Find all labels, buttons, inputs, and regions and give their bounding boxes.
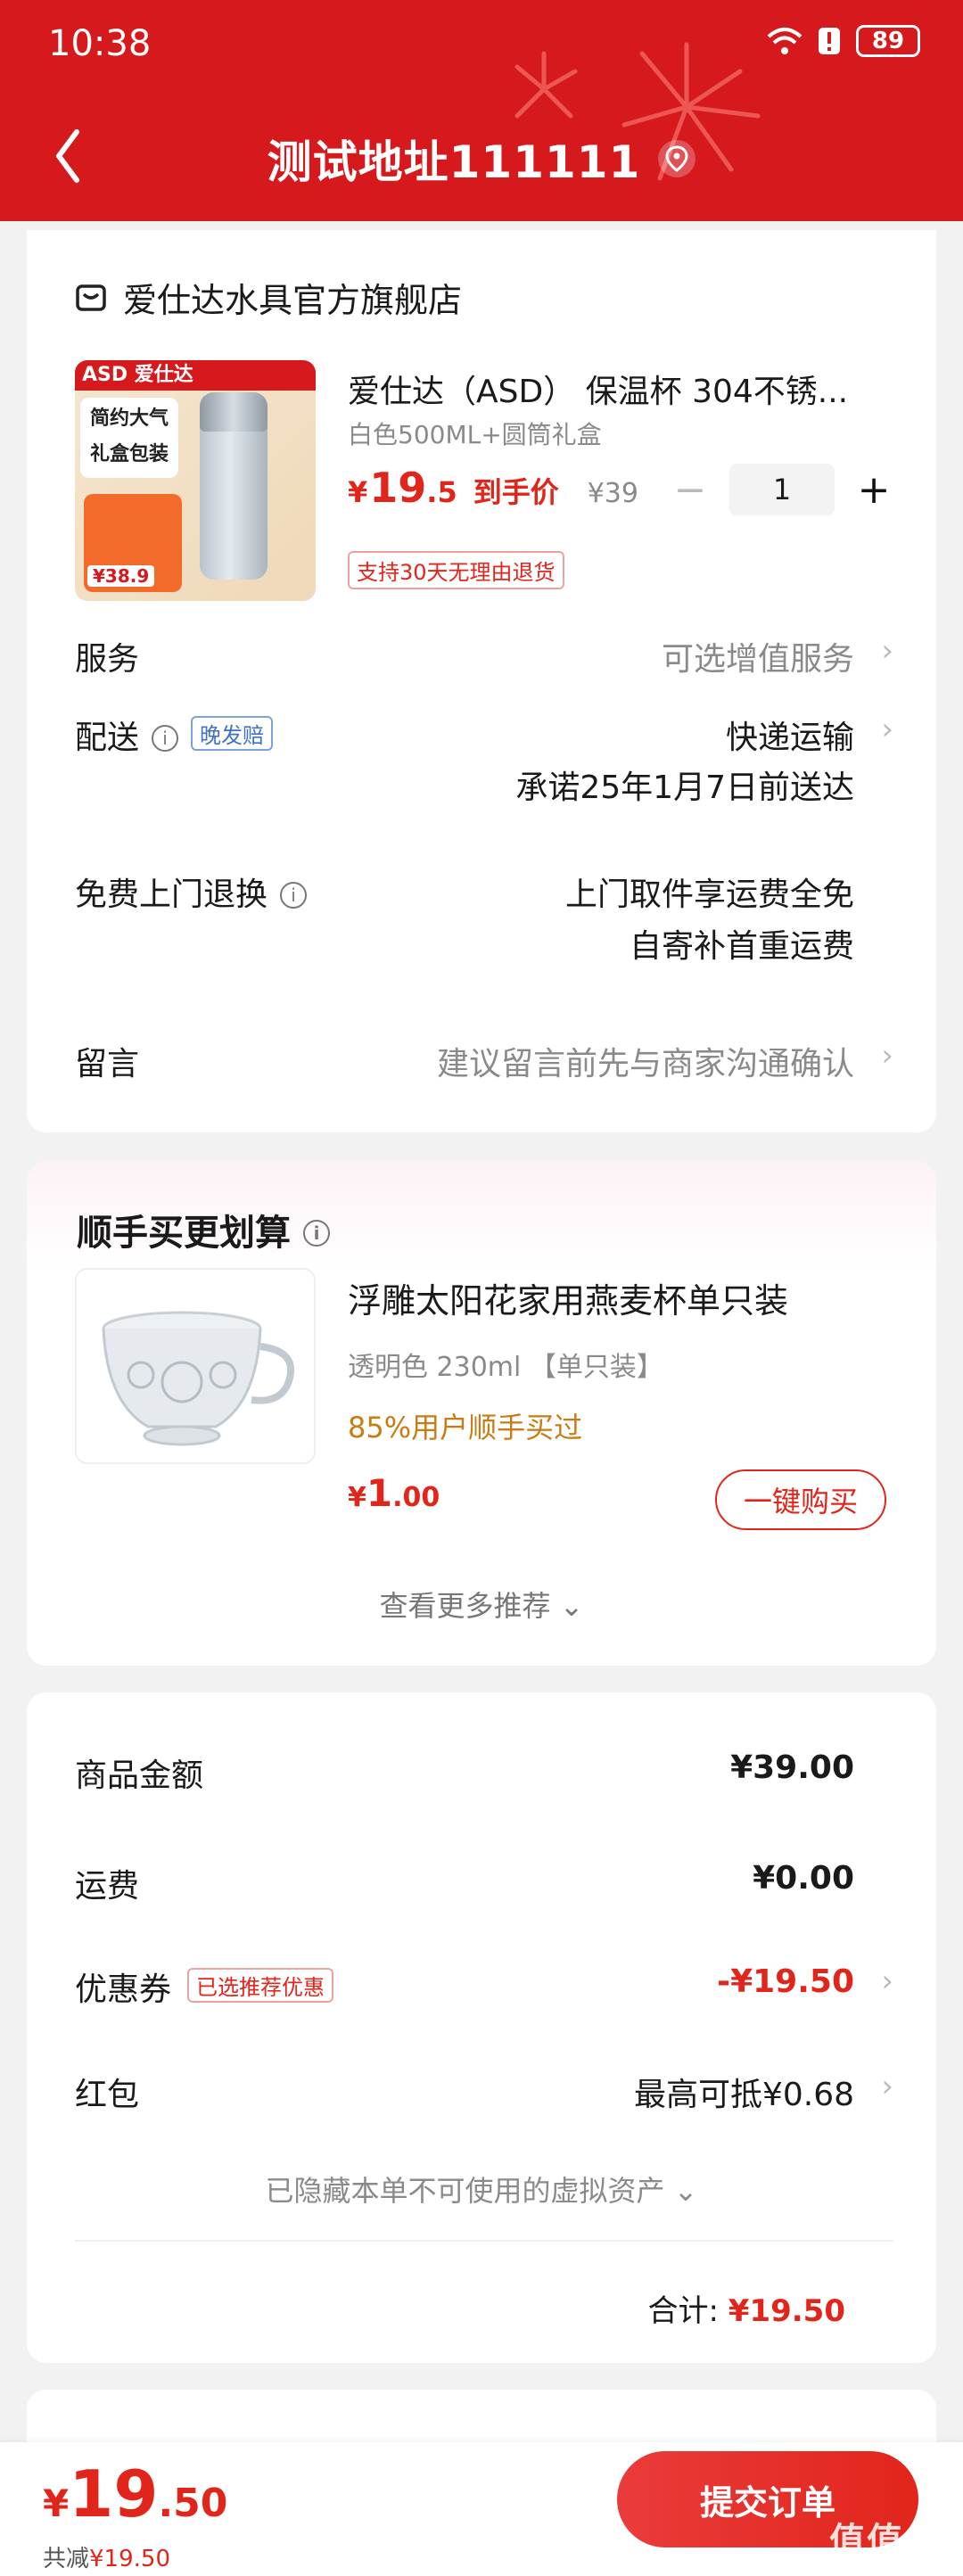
red-packet-value: 最高可抵¥0.68 [633, 2077, 854, 2113]
recommend-price-currency: ¥ [348, 1482, 366, 1513]
divider [75, 2240, 893, 2242]
recommend-price-dec: .00 [392, 1482, 440, 1513]
watermark-logo: 值值值 [829, 2521, 942, 2562]
chevron-right-icon: › [881, 1038, 893, 1074]
delivery-label-wrap: 配送 i 晚发赔 [75, 712, 274, 758]
service-label: 服务 [75, 641, 140, 678]
shipping-value: ¥0.00 [753, 1860, 854, 1897]
total-value: ¥19.50 [728, 2293, 845, 2329]
free-return-line1: 上门取件享运费全免 [564, 876, 854, 913]
wifi-icon [767, 28, 802, 54]
header-bar: 10:38 89 测试地址111111 [0, 0, 963, 221]
order-total: 合计: ¥19.50 [648, 2286, 845, 2330]
product-price-row: ¥ 19 .5 到手价 ¥39 [348, 464, 638, 512]
free-return-label-wrap: 免费上门退换 i [75, 868, 308, 915]
page-title: 测试地址111111 [267, 136, 641, 188]
shipping-label: 运费 [75, 1868, 140, 1905]
chevron-right-icon: › [881, 712, 893, 747]
price-summary-card: 商品金额 ¥39.00 运费 ¥0.00 优惠券 已选推荐优惠 -¥19.50 ›… [27, 1692, 936, 2363]
order-item-card: 爱仕达水具官方旗舰店 ASD 爱仕达 简约大气 礼盒包装 ¥38.9 爱仕达（A… [27, 230, 936, 1132]
shop-header[interactable]: 爱仕达水具官方旗舰店 [75, 273, 462, 322]
note-label: 留言 [75, 1046, 140, 1082]
recommend-title-wrap: 顺手买更划算 i [77, 1204, 330, 1255]
glass-cup-image [102, 1311, 295, 1446]
info-icon[interactable]: i [280, 882, 308, 909]
price-currency: ¥ [348, 475, 368, 509]
service-value: 可选增值服务 [661, 641, 854, 678]
checkout-price-int: 19 [69, 2457, 159, 2531]
recommend-product-thumbnail[interactable] [75, 1268, 316, 1464]
recommend-product-name[interactable]: 浮雕太阳花家用燕麦杯单只装 [348, 1273, 788, 1322]
product-name[interactable]: 爱仕达（ASD） 保温杯 304不锈... [348, 366, 883, 412]
coupon-label-wrap: 优惠券 已选推荐优惠 [75, 1963, 334, 2010]
red-packet-label: 红包 [75, 2077, 140, 2113]
quantity-value[interactable]: 1 [729, 464, 835, 515]
price-integer: 19 [369, 464, 427, 512]
alert-icon [819, 28, 840, 54]
checkout-currency: ¥ [43, 2481, 70, 2525]
checkout-bar: ¥19.50 共减¥19.50 提交订单 值值值 [0, 2442, 963, 2576]
checkout-price-dec: .50 [158, 2481, 228, 2526]
goods-amount-value: ¥39.00 [730, 1749, 854, 1786]
product-thumbnail[interactable]: ASD 爱仕达 简约大气 礼盒包装 ¥38.9 [75, 360, 316, 601]
discount-value: ¥19.50 [89, 2546, 170, 2572]
free-return-line2: 自寄补首重运费 [629, 928, 854, 965]
location-pin-icon [658, 140, 696, 177]
recommend-product-spec: 透明色 230ml 【单只装】 [348, 1352, 663, 1383]
coupon-label: 优惠券 [75, 1971, 172, 2008]
status-bar: 10:38 89 [0, 0, 963, 89]
recommend-price: ¥1.00 [348, 1471, 440, 1515]
free-return-label: 免费上门退换 [75, 876, 268, 913]
thumb-gift-label: 简约大气 礼盒包装 [80, 398, 178, 478]
chevron-right-icon: › [881, 2069, 893, 2104]
more-recommendations-link[interactable]: 查看更多推荐 ⌄ [27, 1584, 936, 1625]
delivery-label: 配送 [75, 720, 140, 756]
info-icon[interactable]: i [303, 1220, 330, 1247]
hidden-assets-toggle[interactable]: 已隐藏本单不可使用的虚拟资产 ⌄ [27, 2169, 936, 2210]
recommend-card: 顺手买更划算 i 浮雕太阳花家用燕麦杯单只装 透明色 230ml 【单只装】 85… [27, 1161, 936, 1666]
thumb-price-tag: ¥38.9 [87, 565, 155, 587]
thermos-cap-image [200, 392, 268, 432]
shop-name: 爱仕达水具官方旗舰店 [123, 281, 463, 320]
chevron-right-icon: › [881, 633, 893, 669]
final-price-label: 到手价 [473, 475, 559, 509]
title-area[interactable]: 测试地址111111 [0, 127, 963, 191]
thumb-brand-label: ASD 爱仕达 [75, 360, 316, 391]
discount-label: 共减 [43, 2546, 90, 2572]
battery-indicator: 89 [856, 25, 920, 57]
coupon-value: -¥19.50 [717, 1963, 854, 2000]
delivery-value: 快递运输 [725, 720, 854, 756]
quantity-stepper[interactable]: − 1 + [671, 464, 893, 515]
one-click-buy-button[interactable]: 一键购买 [715, 1469, 886, 1530]
increase-button[interactable]: + [854, 467, 893, 513]
total-label: 合计: [647, 2293, 719, 2329]
price-decimal: .5 [426, 475, 457, 509]
note-input-placeholder[interactable]: 建议留言前先与商家沟通确认 [437, 1038, 854, 1084]
decrease-button[interactable]: − [671, 467, 710, 513]
checkout-price: ¥19.50 [43, 2457, 227, 2531]
checkout-discount: 共减¥19.50 [43, 2540, 170, 2573]
recommend-price-int: 1 [366, 1471, 393, 1515]
chevron-right-icon: › [881, 1963, 893, 1999]
status-icons: 89 [767, 25, 920, 57]
recommend-title: 顺手买更划算 [77, 1213, 291, 1254]
info-icon[interactable]: i [152, 725, 179, 752]
coupon-selected-badge: 已选推荐优惠 [187, 1968, 334, 2003]
product-spec[interactable]: 白色500ML+圆筒礼盒 [348, 416, 602, 451]
late-compensation-badge: 晚发赔 [191, 716, 274, 751]
return-policy-badge: 支持30天无理由退货 [348, 551, 564, 589]
goods-amount-label: 商品金额 [75, 1757, 204, 1794]
original-price: ¥39 [587, 478, 638, 509]
recommend-hint: 85%用户顺手买过 [348, 1411, 583, 1444]
delivery-promise: 承诺25年1月7日前送达 [515, 770, 854, 806]
status-time: 10:38 [48, 23, 152, 64]
store-icon [76, 284, 106, 311]
